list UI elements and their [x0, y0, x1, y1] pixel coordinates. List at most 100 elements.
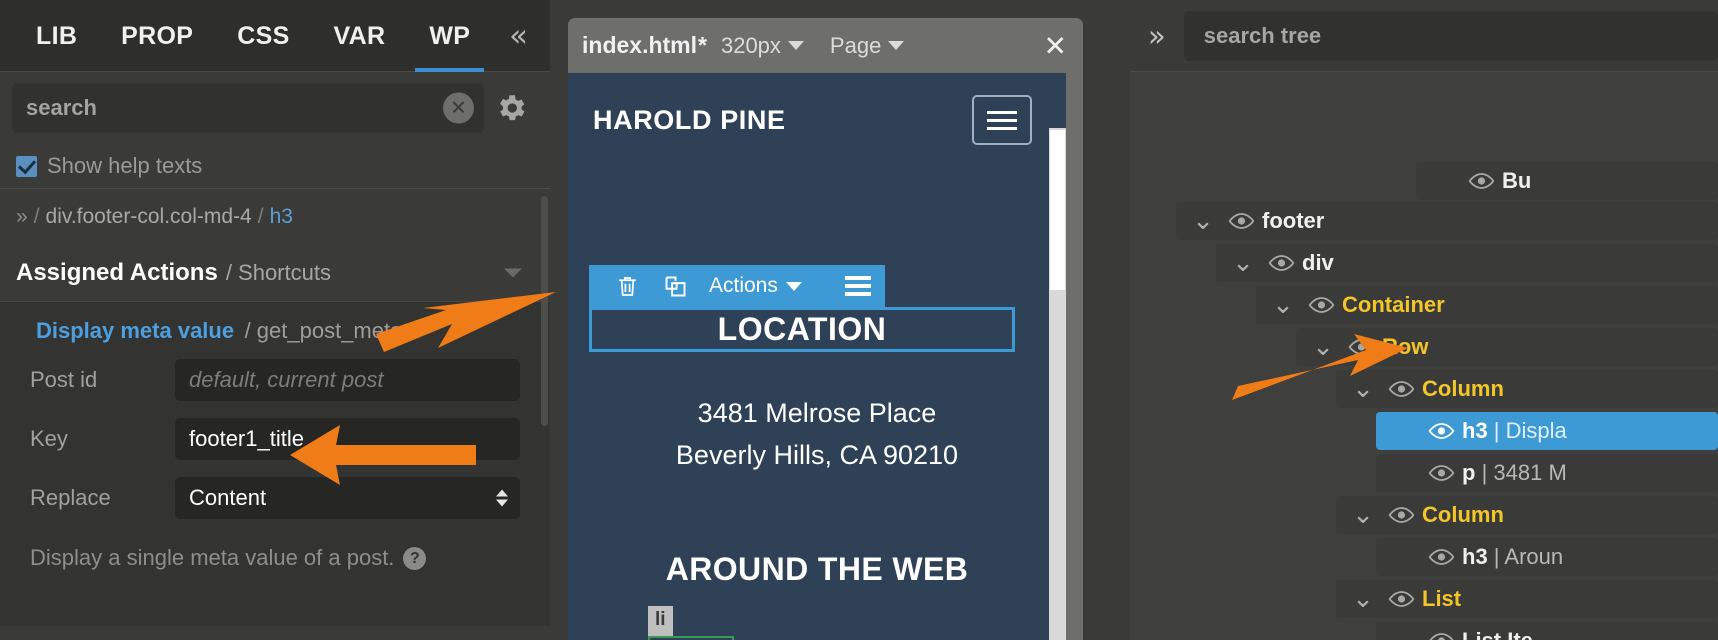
tree-node-label: footer	[1262, 208, 1325, 233]
eye-icon[interactable]	[1300, 296, 1342, 314]
tab-css[interactable]: CSS	[215, 0, 311, 72]
preview-filename[interactable]: index.html	[582, 32, 697, 59]
eye-icon[interactable]	[1460, 172, 1502, 190]
breadcrumb-expand-icon[interactable]: »	[16, 205, 28, 229]
tree-node-list[interactable]: ⌄ List	[1336, 580, 1718, 618]
action-name-link[interactable]: Display meta value	[36, 318, 234, 343]
selected-heading-text: LOCATION	[717, 311, 887, 347]
around-the-web-heading: AROUND THE WEB	[665, 551, 969, 587]
breadcrumb-parent[interactable]: div.footer-col.col-md-4	[46, 205, 252, 229]
element-toolbar: Actions	[589, 265, 885, 307]
post-id-input[interactable]: default, current post	[175, 359, 520, 401]
actions-dropdown[interactable]: Actions	[709, 274, 802, 298]
tree-node-list-ite[interactable]: ⌄ List Ite	[1376, 622, 1718, 640]
eye-icon[interactable]	[1380, 506, 1422, 524]
eye-icon[interactable]	[1260, 254, 1302, 272]
eye-icon[interactable]	[1380, 590, 1422, 608]
gear-icon[interactable]	[484, 83, 538, 133]
chevron-down-icon[interactable]: ⌄	[1306, 334, 1340, 360]
close-icon[interactable]: ✕	[443, 92, 474, 124]
show-help-texts-row[interactable]: Show help texts	[0, 144, 550, 188]
show-help-texts-label: Show help texts	[47, 153, 203, 178]
chevron-down-icon[interactable]: ⌄	[1386, 628, 1420, 640]
tree-node-bu[interactable]: ⌄ Bu	[1416, 162, 1718, 200]
preview-window: index.html * 320px Page ✕ HAROLD PINE Ac…	[568, 18, 1083, 640]
chevron-down-icon[interactable]: ⌄	[1346, 502, 1380, 528]
tree-node-row[interactable]: ⌄ Row	[1296, 328, 1718, 366]
chevron-double-right-icon[interactable]: »	[1148, 19, 1166, 53]
tree-node-label: Bu	[1502, 168, 1532, 193]
chevron-down-icon[interactable]: ⌄	[1266, 292, 1300, 318]
tree-search-input[interactable]: search tree	[1183, 10, 1718, 61]
eye-icon[interactable]	[1420, 422, 1462, 440]
tree-node-footer[interactable]: ⌄ footer	[1176, 202, 1718, 240]
search-row: search ✕	[0, 72, 550, 144]
preview-scope-value: Page	[829, 32, 882, 58]
preview-scope-selector[interactable]: Page	[829, 32, 905, 59]
tree-node-p-3481-m[interactable]: ⌄ p | 3481 M	[1376, 454, 1718, 492]
tree-list: ⌄Bu⌄footer⌄div⌄Container⌄Row⌄Column⌄h3 |…	[1130, 72, 1718, 640]
chevron-down-icon[interactable]: ⌄	[1226, 250, 1260, 276]
breadcrumb: » / div.footer-col.col-md-4 / h3	[0, 188, 550, 244]
eye-icon[interactable]	[1420, 548, 1462, 566]
chevron-down-icon[interactable]: ⌄	[1186, 208, 1220, 234]
help-icon[interactable]: ?	[403, 546, 427, 570]
close-icon[interactable]: ✕	[1044, 29, 1067, 62]
eye-icon[interactable]	[1420, 464, 1462, 482]
preview-scrollbar-thumb[interactable]	[1050, 130, 1065, 290]
selected-heading-h3[interactable]: LOCATION	[589, 307, 1015, 352]
hamburger-icon[interactable]	[845, 276, 871, 296]
chevron-down-icon[interactable]: ⌄	[1346, 376, 1380, 402]
hamburger-icon[interactable]	[972, 95, 1032, 145]
key-input[interactable]: footer1_title	[175, 418, 520, 460]
tree-indent-spacer: ⌄	[1386, 552, 1420, 562]
tree-node-column[interactable]: ⌄ Column	[1336, 496, 1718, 534]
tab-prop[interactable]: PROP	[99, 0, 215, 72]
select-arrows-icon[interactable]	[496, 489, 508, 507]
action-function-name: / get_post_meta	[244, 318, 403, 343]
tree-node-label: List Ite	[1462, 628, 1533, 640]
tree-node-label: p | 3481 M	[1462, 460, 1567, 485]
chevron-down-icon[interactable]	[504, 268, 522, 277]
preview-viewport: HAROLD PINE Actions LOCATION 3481 Melros…	[568, 73, 1066, 640]
chevron-down-icon[interactable]: ⌄	[1346, 586, 1380, 612]
eye-icon[interactable]	[1420, 632, 1462, 640]
replace-select[interactable]: Content	[175, 477, 520, 519]
assigned-actions-header: Assigned Actions / Shortcuts	[0, 244, 550, 302]
tree-node-h3-aroun[interactable]: ⌄ h3 | Aroun	[1376, 538, 1718, 576]
site-brand: HAROLD PINE	[593, 105, 786, 135]
breadcrumb-current[interactable]: h3	[270, 205, 293, 229]
tree-node-label: div	[1302, 250, 1334, 275]
tree-panel: » search tree ⌄Bu⌄footer⌄div⌄Container⌄R…	[1130, 0, 1718, 640]
search-input-value: search	[26, 95, 97, 120]
eye-icon[interactable]	[1380, 380, 1422, 398]
trash-icon[interactable]	[603, 273, 651, 300]
list-item-outline[interactable]	[648, 636, 734, 640]
tree-node-container[interactable]: ⌄ Container	[1256, 286, 1718, 324]
assigned-actions-subtitle[interactable]: / Shortcuts	[226, 260, 331, 286]
preview-width-selector[interactable]: 320px	[721, 33, 804, 59]
left-panel-scrollbar[interactable]	[541, 196, 548, 426]
tab-lib[interactable]: LIB	[14, 0, 99, 72]
eye-icon[interactable]	[1220, 212, 1262, 230]
copy-icon[interactable]	[651, 273, 699, 300]
tree-node-label: List	[1422, 586, 1462, 611]
eye-icon[interactable]	[1340, 338, 1382, 356]
tree-search-placeholder: search tree	[1203, 22, 1322, 48]
show-help-texts-checkbox[interactable]	[16, 155, 37, 177]
tree-indent-spacer: ⌄	[1386, 468, 1420, 478]
search-input[interactable]: search ✕	[12, 83, 484, 133]
replace-select-value: Content	[189, 485, 267, 510]
assigned-actions-title: Assigned Actions	[16, 258, 218, 286]
tree-node-column[interactable]: ⌄ Column	[1336, 370, 1718, 408]
action-help-text-row: Display a single meta value of a post. ?	[0, 523, 550, 571]
chevron-double-left-icon[interactable]: «	[509, 18, 528, 54]
tab-var[interactable]: VAR	[312, 0, 408, 72]
address-line-2: Beverly Hills, CA 90210	[675, 440, 959, 470]
tab-wp[interactable]: WP	[407, 0, 492, 72]
tree-node-div[interactable]: ⌄ div	[1216, 244, 1718, 282]
breadcrumb-separator-1: /	[33, 204, 40, 228]
preview-width-value: 320px	[720, 32, 781, 58]
chevron-down-icon	[888, 41, 905, 50]
tree-node-h3-displa[interactable]: ⌄ h3 | Displa	[1376, 412, 1718, 450]
